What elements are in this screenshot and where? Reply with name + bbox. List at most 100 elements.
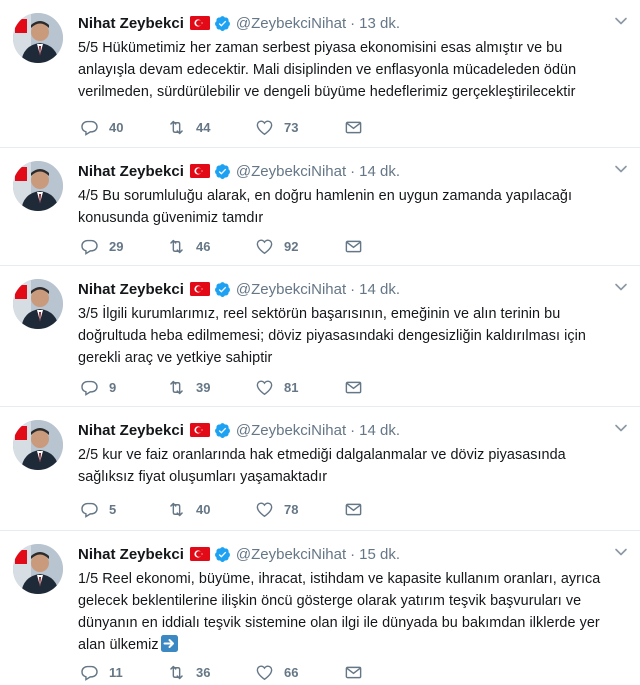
display-name[interactable]: Nihat Zeybekci — [78, 546, 184, 563]
reply-button[interactable]: 9 — [80, 376, 116, 398]
direct-message-button[interactable] — [344, 376, 363, 398]
verified-badge-icon — [214, 546, 231, 563]
reply-button[interactable]: 29 — [80, 235, 123, 257]
verified-badge-icon — [214, 15, 231, 32]
display-name[interactable]: Nihat Zeybekci — [78, 15, 184, 32]
avatar[interactable] — [13, 13, 63, 63]
tweet[interactable]: Nihat Zeybekci @ZeybekciNihat · 14 dk. 2… — [0, 407, 640, 531]
retweet-button[interactable]: 40 — [167, 498, 210, 520]
direct-message-button[interactable] — [344, 235, 363, 257]
tweet-text: 1/5 Reel ekonomi, büyüme, ihracat, istih… — [78, 568, 618, 656]
heart-icon — [255, 500, 274, 519]
timestamp[interactable]: 14 dk. — [359, 281, 400, 298]
like-count: 81 — [284, 379, 299, 395]
avatar[interactable] — [13, 420, 63, 470]
like-button[interactable]: 73 — [255, 116, 298, 138]
retweet-count: 39 — [196, 379, 211, 395]
tweet-actions: 11 36 66 — [78, 661, 378, 683]
user-handle[interactable]: @ZeybekciNihat — [236, 15, 346, 32]
retweet-button[interactable]: 39 — [167, 376, 210, 398]
retweet-count: 36 — [196, 664, 211, 680]
like-count: 78 — [284, 501, 299, 517]
tweet-text-body: 1/5 Reel ekonomi, büyüme, ihracat, istih… — [78, 571, 601, 653]
chevron-down-icon[interactable] — [614, 280, 628, 294]
verified-badge-icon — [214, 163, 231, 180]
timestamp[interactable]: 15 dk. — [359, 546, 400, 563]
tweet-text: 3/5 İlgili kurumlarımız, reel sektörün b… — [78, 306, 586, 366]
tweet-actions: 40 44 73 — [78, 116, 378, 138]
profile-photo — [13, 420, 63, 470]
direct-message-button[interactable] — [344, 116, 363, 138]
chevron-down-icon[interactable] — [614, 14, 628, 28]
timestamp[interactable]: 13 dk. — [359, 15, 400, 32]
user-handle[interactable]: @ZeybekciNihat — [236, 422, 346, 439]
retweet-count: 40 — [196, 501, 211, 517]
like-count: 92 — [284, 238, 299, 254]
profile-photo — [13, 161, 63, 211]
reply-icon — [80, 378, 99, 397]
envelope-icon — [344, 663, 363, 682]
reply-icon — [80, 500, 99, 519]
reply-count: 9 — [109, 379, 117, 395]
tweet-header: Nihat Zeybekci @ZeybekciNihat · 13 dk. — [78, 13, 610, 33]
turkey-flag-icon — [189, 282, 210, 296]
avatar[interactable] — [13, 544, 63, 594]
display-name[interactable]: Nihat Zeybekci — [78, 281, 184, 298]
tweet[interactable]: Nihat Zeybekci @ZeybekciNihat · 14 dk. 4… — [0, 148, 640, 266]
retweet-button[interactable]: 44 — [167, 116, 210, 138]
chevron-down-icon[interactable] — [614, 545, 628, 559]
separator-dot: · — [350, 162, 356, 180]
reply-button[interactable]: 11 — [80, 661, 123, 683]
retweet-button[interactable]: 46 — [167, 235, 210, 257]
tweet-header: Nihat Zeybekci @ZeybekciNihat · 15 dk. — [78, 544, 610, 564]
like-button[interactable]: 81 — [255, 376, 298, 398]
timestamp[interactable]: 14 dk. — [359, 422, 400, 439]
reply-count: 11 — [109, 664, 123, 680]
user-handle[interactable]: @ZeybekciNihat — [236, 546, 346, 563]
reply-count: 40 — [109, 119, 124, 135]
retweet-count: 46 — [196, 238, 211, 254]
chevron-down-icon[interactable] — [614, 162, 628, 176]
envelope-icon — [344, 500, 363, 519]
like-button[interactable]: 92 — [255, 235, 298, 257]
direct-message-button[interactable] — [344, 498, 363, 520]
tweet-text: 2/5 kur ve faiz oranlarında hak etmediği… — [78, 447, 566, 485]
retweet-count: 44 — [196, 119, 211, 135]
tweet-actions: 9 39 81 — [78, 376, 378, 398]
like-button[interactable]: 66 — [255, 661, 298, 683]
timestamp[interactable]: 14 dk. — [359, 163, 400, 180]
retweet-icon — [167, 378, 186, 397]
profile-photo — [13, 279, 63, 329]
turkey-flag-icon — [189, 423, 210, 437]
chevron-down-icon[interactable] — [614, 421, 628, 435]
reply-icon — [80, 663, 99, 682]
tweet-text: 5/5 Hükümetimiz her zaman serbest piyasa… — [78, 40, 577, 100]
like-count: 66 — [284, 664, 299, 680]
tweet[interactable]: Nihat Zeybekci @ZeybekciNihat · 15 dk. 1… — [0, 531, 640, 685]
like-button[interactable]: 78 — [255, 498, 298, 520]
avatar[interactable] — [13, 279, 63, 329]
reply-button[interactable]: 5 — [80, 498, 116, 520]
direct-message-button[interactable] — [344, 661, 363, 683]
tweet[interactable]: Nihat Zeybekci @ZeybekciNihat · 14 dk. 3… — [0, 266, 640, 407]
like-count: 73 — [284, 119, 299, 135]
reply-count: 29 — [109, 238, 124, 254]
heart-icon — [255, 663, 274, 682]
display-name[interactable]: Nihat Zeybekci — [78, 163, 184, 180]
user-handle[interactable]: @ZeybekciNihat — [236, 163, 346, 180]
user-handle[interactable]: @ZeybekciNihat — [236, 281, 346, 298]
retweet-button[interactable]: 36 — [167, 661, 210, 683]
avatar[interactable] — [13, 161, 63, 211]
retweet-icon — [167, 118, 186, 137]
verified-badge-icon — [214, 281, 231, 298]
right-arrow-emoji — [160, 635, 178, 652]
reply-button[interactable]: 40 — [80, 116, 123, 138]
tweet-header: Nihat Zeybekci @ZeybekciNihat · 14 dk. — [78, 279, 610, 299]
tweet-header: Nihat Zeybekci @ZeybekciNihat · 14 dk. — [78, 161, 610, 181]
tweet[interactable]: Nihat Zeybekci @ZeybekciNihat · 13 dk. 5… — [0, 0, 640, 148]
display-name[interactable]: Nihat Zeybekci — [78, 422, 184, 439]
tweet-text: 4/5 Bu sorumluluğu alarak, en doğru haml… — [78, 188, 572, 226]
profile-photo — [13, 13, 63, 63]
reply-icon — [80, 118, 99, 137]
envelope-icon — [344, 118, 363, 137]
